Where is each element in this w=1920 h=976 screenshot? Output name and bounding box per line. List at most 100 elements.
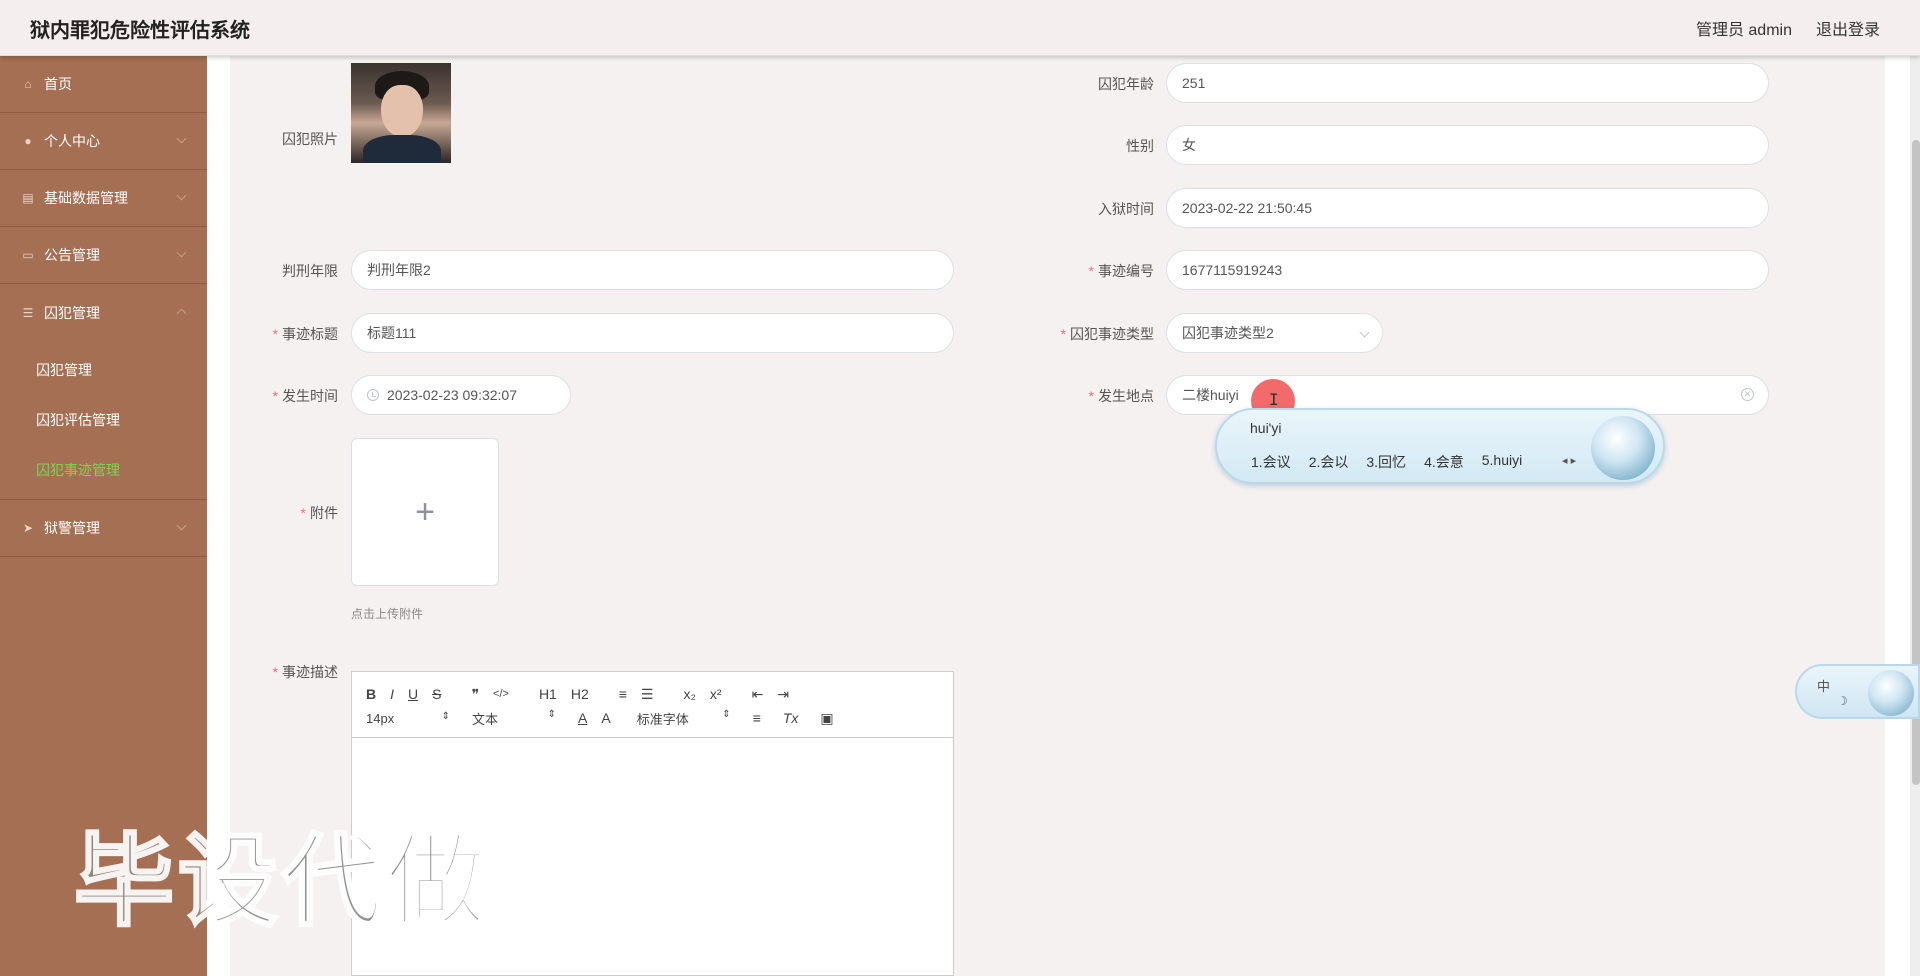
logout-button[interactable]: 退出登录 (1816, 16, 1880, 40)
image-button[interactable]: ▣ (820, 710, 833, 727)
chevron-down-icon (176, 247, 187, 258)
top-header: 狱内罪犯危险性评估系统 管理员 admin 退出登录 (0, 0, 1920, 56)
clear-format-button[interactable]: Tx (783, 710, 799, 726)
entry-time-input[interactable]: 2023-02-22 21:50:45 (1166, 188, 1769, 228)
plus-icon: + (415, 492, 435, 531)
deed-title-input[interactable]: 标题111 (351, 313, 954, 353)
bold-button[interactable]: B (366, 686, 376, 702)
gender-input[interactable]: 女 (1166, 125, 1769, 165)
align-button[interactable]: ≡ (753, 710, 761, 726)
sidebar-item-notice[interactable]: ▭ 公告管理 (0, 227, 207, 284)
sidebar-subitem-prisoner[interactable]: 囚犯管理 (0, 345, 207, 395)
ime-candidate[interactable]: 2.会以 (1309, 452, 1349, 472)
italic-button[interactable]: I (390, 686, 394, 702)
ime-candidates: 1.会议 2.会以 3.回忆 4.会意 5.huiyi (1251, 452, 1522, 472)
ime-candidate[interactable]: 5.huiyi (1482, 452, 1522, 472)
outdent-button[interactable]: ⇤ (752, 686, 764, 703)
superscript-button[interactable]: x² (710, 686, 722, 702)
ime-composition: hui'yi (1250, 420, 1282, 436)
list-icon: ☰ (22, 305, 34, 320)
sidebar-item-label: 囚犯管理 (44, 304, 100, 321)
ordered-list-button[interactable]: ≡ (619, 686, 627, 702)
location-value: 二楼huiyi (1182, 387, 1239, 403)
deed-title-value: 标题111 (367, 325, 417, 341)
moon-icon: ☽ (1837, 694, 1848, 708)
deed-type-select[interactable]: 囚犯事迹类型2 (1166, 313, 1383, 353)
sentence-label: 判刑年限 (282, 263, 338, 279)
subscript-button[interactable]: x₂ (683, 686, 695, 702)
text-type-select[interactable]: 文本 ⇕ (472, 709, 556, 728)
indent-button[interactable]: ⇥ (777, 686, 789, 703)
occur-time-value: 2023-02-23 09:32:07 (387, 387, 517, 403)
sentence-value: 判刑年限2 (367, 262, 431, 278)
ime-status-bar[interactable]: 中 ☽ (1795, 664, 1920, 719)
age-input[interactable]: 251 (1166, 63, 1769, 103)
quote-button[interactable]: ❞ (471, 686, 479, 703)
font-color-button[interactable]: A (578, 710, 587, 726)
age-value: 251 (1182, 75, 1206, 91)
attachment-hint: 点击上传附件 (351, 607, 424, 621)
sidebar-subitem-deeds[interactable]: 囚犯事迹管理 (0, 445, 207, 495)
ime-candidate[interactable]: 3.回忆 (1366, 452, 1406, 472)
background-color-button[interactable]: A (601, 710, 610, 726)
sidebar-subitem-assessment[interactable]: 囚犯评估管理 (0, 395, 207, 445)
photo-label: 囚犯照片 (282, 131, 338, 147)
monitor-icon: ▭ (22, 248, 34, 262)
watermark: 毕设代做 (73, 822, 490, 942)
deed-title-label: * 事迹标题 (272, 326, 338, 342)
chevron-down-icon (176, 133, 187, 144)
chevron-down-icon (1359, 327, 1370, 338)
sidebar-item-home[interactable]: ⌂ 首页 (0, 56, 207, 113)
select-arrows-icon: ⇕ (547, 708, 556, 720)
font-size-select[interactable]: 14px ⇕ (366, 711, 450, 726)
h2-button[interactable]: H2 (571, 686, 589, 702)
code-button[interactable]: </> (493, 688, 509, 700)
clock-icon (367, 389, 379, 401)
occur-time-label: * 发生时间 (272, 388, 338, 404)
ime-mode-label: 中 (1817, 679, 1831, 694)
sidebar-item-label: 首页 (44, 76, 72, 92)
entry-time-value: 2023-02-22 21:50:45 (1182, 200, 1312, 216)
deed-type-value: 囚犯事迹类型2 (1182, 325, 1274, 341)
sidebar-item-profile[interactable]: ● 个人中心 (0, 113, 207, 170)
ime-decoration-icon (1868, 670, 1914, 716)
attachment-label: * 附件 (300, 505, 338, 521)
select-arrows-icon: ⇕ (441, 710, 450, 722)
select-arrows-icon: ⇕ (722, 708, 731, 720)
deed-no-value: 1677115919243 (1182, 262, 1283, 278)
chevron-down-icon (176, 520, 187, 531)
sentence-input[interactable]: 判刑年限2 (351, 250, 954, 290)
sidebar-item-guard[interactable]: ➤ 狱警管理 (0, 500, 207, 557)
admin-label: 管理员 admin (1695, 22, 1792, 39)
ime-page-arrows-icon[interactable]: ◂ ▸ (1562, 454, 1576, 467)
location-label: * 发生地点 (1088, 388, 1154, 404)
font-family-select[interactable]: 标准字体 ⇕ (637, 709, 731, 728)
h1-button[interactable]: H1 (539, 686, 557, 702)
underline-button[interactable]: U (408, 686, 418, 702)
ime-candidate[interactable]: 4.会意 (1424, 452, 1464, 472)
occur-time-picker[interactable]: 2023-02-23 09:32:07 (351, 375, 571, 415)
deed-no-input[interactable]: 1677115919243 (1166, 250, 1769, 290)
ime-candidate[interactable]: 1.会议 (1251, 452, 1291, 472)
header-actions: 管理员 admin 退出登录 (1696, 16, 1880, 40)
sidebar-item-label: 公告管理 (44, 247, 100, 263)
sidebar-item-prisoner[interactable]: ☰ 囚犯管理 (0, 284, 207, 341)
sidebar-submenu-prisoner: 囚犯管理 囚犯评估管理 囚犯事迹管理 (0, 341, 207, 500)
editor-toolbar: B I U S ❞ </> H1 H2 ≡ ☰ x₂ x² ⇤ ⇥ 14px ⇕ … (352, 672, 953, 738)
sidebar-item-base-data[interactable]: ▤ 基础数据管理 (0, 170, 207, 227)
deed-type-label: * 囚犯事迹类型 (1060, 326, 1154, 342)
ime-decoration-icon (1591, 416, 1655, 480)
sidebar-item-label: 狱警管理 (44, 520, 100, 536)
age-label: 囚犯年龄 (1098, 76, 1154, 92)
gender-value: 女 (1182, 137, 1196, 153)
clear-icon[interactable]: ✕ (1741, 388, 1754, 401)
description-label: * 事迹描述 (272, 664, 338, 680)
bullet-list-button[interactable]: ☰ (641, 686, 654, 703)
database-icon: ▤ (22, 191, 34, 205)
app-title: 狱内罪犯危险性评估系统 (30, 20, 250, 42)
strike-button[interactable]: S (432, 686, 441, 702)
text-cursor-icon: I (1269, 390, 1279, 409)
sidebar-item-label: 基础数据管理 (44, 190, 128, 206)
attachment-upload-button[interactable]: + (351, 438, 499, 586)
send-icon: ➤ (22, 521, 34, 535)
